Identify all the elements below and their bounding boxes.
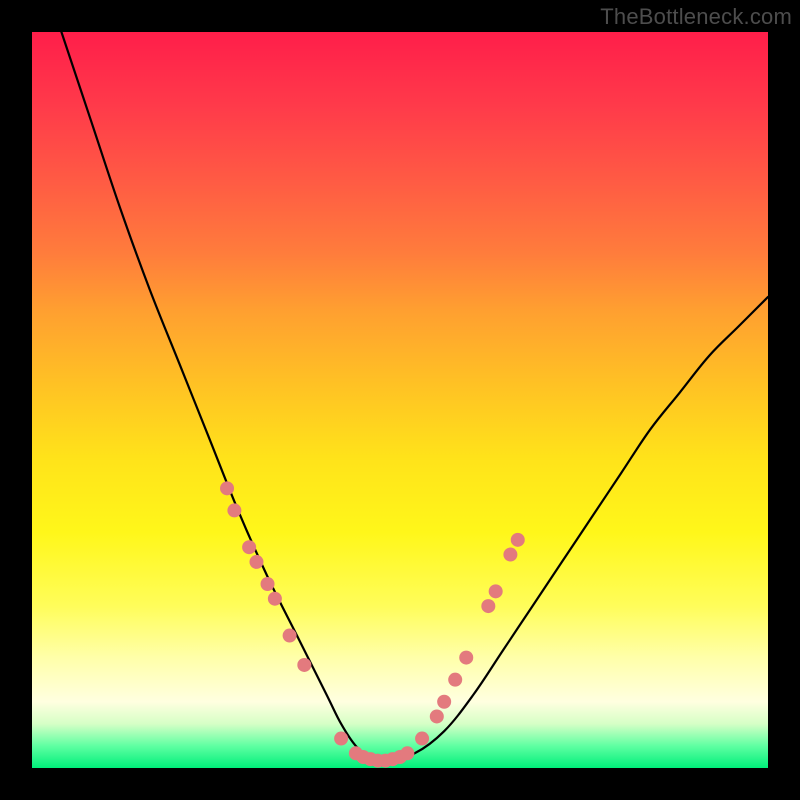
highlight-dot (430, 709, 444, 723)
highlight-dot (481, 599, 495, 613)
highlight-dot (268, 592, 282, 606)
highlight-dot (242, 540, 256, 554)
highlight-dot (437, 695, 451, 709)
highlight-dot (503, 548, 517, 562)
highlight-dot (459, 651, 473, 665)
highlight-dot (220, 481, 234, 495)
highlight-dot (249, 555, 263, 569)
dots-layer (32, 32, 768, 768)
highlight-dot (489, 584, 503, 598)
highlight-dot (448, 673, 462, 687)
highlight-dot (334, 732, 348, 746)
highlight-dot (261, 577, 275, 591)
highlight-dot (400, 746, 414, 760)
highlight-dot (511, 533, 525, 547)
plot-area (32, 32, 768, 768)
highlight-dot (227, 503, 241, 517)
highlight-dot (283, 629, 297, 643)
highlight-dot (415, 732, 429, 746)
watermark-text: TheBottleneck.com (600, 4, 792, 30)
chart-frame: TheBottleneck.com (0, 0, 800, 800)
highlight-dot (297, 658, 311, 672)
highlight-dots-group (220, 481, 525, 767)
